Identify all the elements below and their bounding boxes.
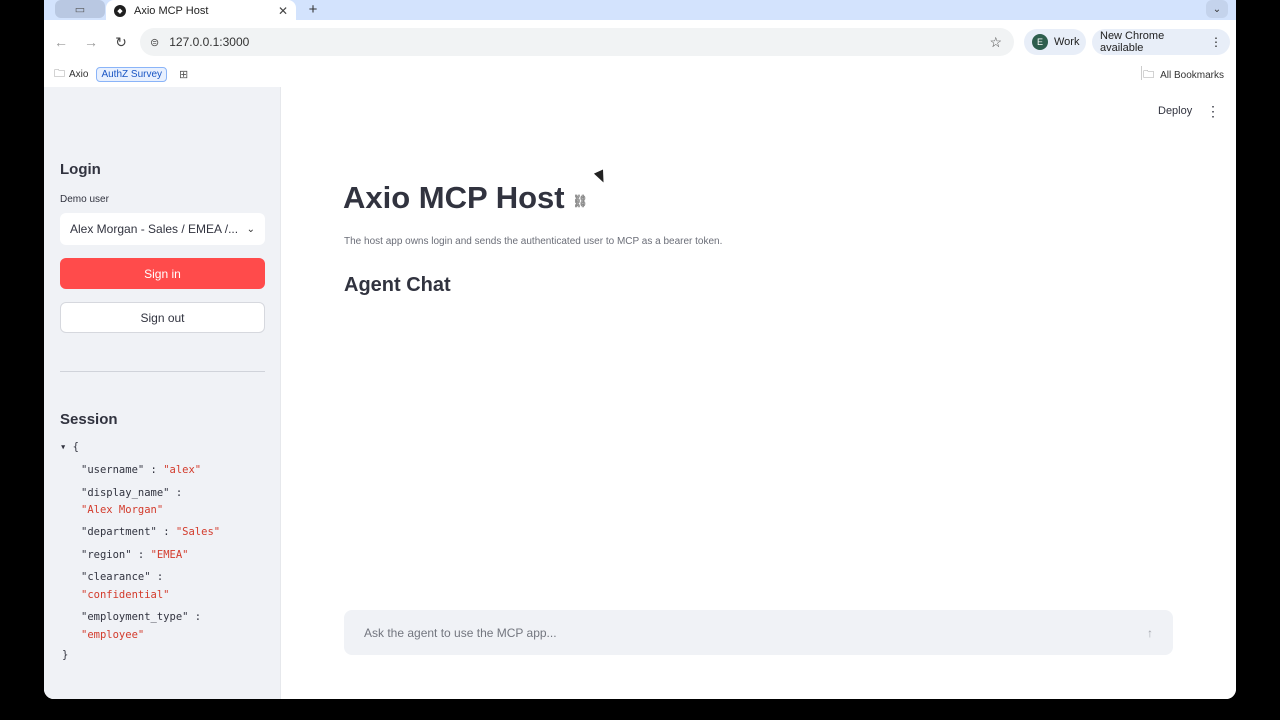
demo-user-select[interactable]: Alex Morgan - Sales / EMEA /... ⌄	[60, 213, 265, 245]
json-key: "department"	[81, 526, 157, 538]
bookmarks-bar: 🗀 Axio AuthZ Survey ⊞ 🗀 All Bookmarks	[44, 62, 1236, 86]
sidebar-divider	[60, 371, 265, 372]
tab-strip: ▭ ◆ Axio MCP Host ✕ + ⌄	[44, 0, 1236, 22]
json-value: "alex"	[163, 464, 202, 476]
chrome-update-button[interactable]: New Chrome available ⋮	[1092, 29, 1230, 55]
update-label: New Chrome available	[1100, 30, 1165, 54]
sidebar: Login Demo user Alex Morgan - Sales / EM…	[44, 87, 281, 699]
bookmark-star-icon[interactable]: ☆	[989, 34, 1002, 51]
bookmark-axio[interactable]: 🗀 Axio	[54, 65, 88, 84]
json-value: "Alex Morgan"	[81, 504, 164, 516]
json-value: "Sales"	[175, 526, 221, 538]
json-sep: :	[163, 526, 170, 538]
demo-user-value: Alex Morgan - Sales / EMEA /...	[70, 222, 239, 236]
back-icon[interactable]: ←	[48, 29, 74, 55]
folder-icon: 🗀	[54, 67, 65, 80]
json-row-clearance: "clearance" :	[81, 572, 163, 583]
json-key: "region"	[81, 549, 132, 561]
tab-search-icon[interactable]: ▭	[55, 0, 105, 18]
collapse-caret-icon[interactable]: ▾	[60, 441, 66, 453]
agent-chat-heading: Agent Chat	[344, 274, 451, 296]
json-row-clearance-value: "confidential"	[81, 590, 170, 601]
json-row-username: "username" : "alex"	[81, 465, 201, 476]
chevron-down-icon: ⌄	[246, 223, 255, 235]
browser-window: ▭ ◆ Axio MCP Host ✕ + ⌄ ← → ↻ ⊜ 127.0.0.…	[44, 0, 1236, 699]
json-row-employment-type-value: "employee"	[81, 630, 144, 641]
avatar: E	[1032, 34, 1048, 50]
json-sep: :	[137, 549, 145, 561]
deploy-button[interactable]: Deploy	[1158, 105, 1192, 117]
url-text[interactable]: 127.0.0.1:3000	[169, 35, 989, 49]
login-heading: Login	[60, 161, 101, 178]
close-icon[interactable]: ✕	[278, 4, 288, 18]
json-value: "confidential"	[81, 589, 170, 601]
session-heading: Session	[60, 411, 118, 428]
json-open-brace: {	[72, 441, 79, 453]
tab-title: Axio MCP Host	[134, 5, 209, 17]
json-root[interactable]: ▾ {	[60, 442, 79, 453]
json-key: "username"	[81, 464, 145, 476]
sign-out-button[interactable]: Sign out	[60, 302, 265, 333]
json-sep: :	[175, 487, 183, 499]
json-row-employment-type: "employment_type" :	[81, 612, 201, 623]
send-arrow-icon[interactable]: ↑	[1147, 626, 1153, 640]
streamlit-favicon-icon: ◆	[114, 5, 126, 17]
json-sep: :	[150, 464, 157, 476]
demo-user-label: Demo user	[60, 194, 109, 205]
main-menu-icon[interactable]: ⋮	[1206, 103, 1220, 120]
chat-input[interactable]: Ask the agent to use the MCP app... ↑	[344, 610, 1173, 655]
json-sep: :	[194, 611, 202, 623]
folder-icon: 🗀	[1143, 69, 1155, 81]
streamlit-app: Login Demo user Alex Morgan - Sales / EM…	[44, 87, 1236, 699]
bookmark-label: Axio	[69, 68, 89, 80]
chevron-down-icon[interactable]: ⌄	[1206, 0, 1228, 18]
json-sep: :	[156, 571, 164, 583]
profile-button[interactable]: E Work	[1024, 29, 1086, 55]
browser-toolbar: ← → ↻ ⊜ 127.0.0.1:3000 ☆ E Work New Chro…	[44, 22, 1236, 62]
json-key: "display_name"	[81, 487, 170, 499]
json-row-display-name-value: "Alex Morgan"	[81, 505, 163, 516]
page-title: Axio MCP Host ⛓	[343, 180, 588, 216]
bookmark-authz-survey[interactable]: AuthZ Survey	[96, 66, 168, 82]
bookmarks-divider	[1141, 66, 1142, 80]
json-key: "clearance"	[81, 571, 151, 583]
json-key: "employment_type"	[81, 611, 189, 623]
json-row-display-name: "display_name" :	[81, 488, 182, 499]
json-row-department: "department" : "Sales"	[81, 527, 220, 538]
link-icon[interactable]: ⛓	[573, 194, 588, 208]
all-bookmarks-label: All Bookmarks	[1160, 70, 1224, 81]
tab-axio-mcp-host[interactable]: ◆ Axio MCP Host ✕	[106, 0, 296, 22]
json-close-brace: }	[62, 649, 69, 661]
page-caption: The host app owns login and sends the au…	[344, 236, 723, 247]
forward-icon[interactable]: →	[78, 29, 104, 55]
json-value: "EMEA"	[150, 549, 189, 561]
reload-icon[interactable]: ↻	[108, 29, 134, 55]
chat-placeholder: Ask the agent to use the MCP app...	[364, 625, 557, 640]
json-row-region: "region" : "EMEA"	[81, 550, 189, 561]
page-title-text: Axio MCP Host	[343, 180, 565, 215]
mouse-cursor-icon	[593, 169, 609, 185]
json-value: "employee"	[81, 629, 145, 641]
new-tab-button[interactable]: +	[304, 0, 322, 18]
more-vert-icon[interactable]: ⋮	[1210, 35, 1222, 49]
profile-name: Work	[1054, 36, 1080, 48]
address-bar[interactable]: ⊜ 127.0.0.1:3000 ☆	[140, 28, 1014, 56]
site-info-icon[interactable]: ⊜	[150, 36, 159, 49]
sign-in-button[interactable]: Sign in	[60, 258, 265, 289]
json-close: }	[62, 650, 68, 661]
all-bookmarks[interactable]: 🗀 All Bookmarks	[1143, 66, 1224, 85]
apps-grid-icon[interactable]: ⊞	[179, 68, 188, 81]
